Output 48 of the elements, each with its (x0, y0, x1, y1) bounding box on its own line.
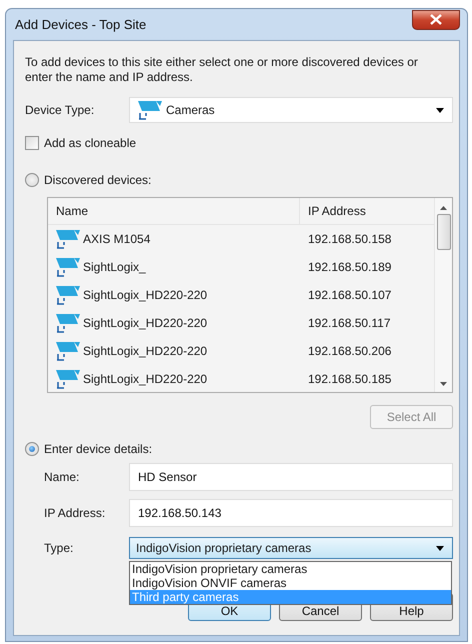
ip-address-field[interactable]: 192.168.50.143 (129, 499, 453, 527)
device-type-label: Device Type: (25, 103, 96, 117)
ip-address: 192.168.50.107 (307, 288, 392, 302)
device-name: SightLogix_HD220-220 (83, 288, 208, 302)
camera-icon (54, 368, 82, 390)
device-name: SightLogix_HD220-220 (83, 372, 208, 386)
device-name: SightLogix_HD220-220 (83, 316, 208, 330)
checkbox[interactable] (25, 136, 39, 150)
ip-address-label: IP Address: (44, 506, 106, 520)
camera-icon (54, 312, 82, 334)
name-label: Name: (44, 470, 80, 484)
camera-icon (54, 256, 82, 278)
name-field[interactable]: HD Sensor (129, 463, 453, 491)
device-name: AXIS M1054 (83, 232, 150, 246)
camera-icon (54, 228, 82, 250)
device-name: SightLogix_HD220-220 (83, 344, 208, 358)
camera-icon (136, 99, 164, 121)
close-button[interactable] (412, 10, 460, 30)
caret-icon (436, 546, 444, 550)
ip-address: 192.168.50.189 (307, 260, 392, 274)
radio-button[interactable] (25, 173, 39, 187)
instruction-text: To add devices to this site either select one or more discovered devices or enter the name and IP address. (25, 55, 419, 85)
ip-address: 192.168.50.206 (307, 344, 392, 358)
caret-icon (436, 108, 444, 112)
radio-label: Enter device details: (44, 442, 152, 456)
radio-label: Discovered devices: (44, 173, 152, 187)
type-label: Type: (44, 541, 74, 555)
scroll-up-icon[interactable] (440, 206, 447, 210)
scroll-down-icon[interactable] (440, 382, 447, 386)
device-name: SightLogix_ (83, 260, 146, 274)
close-icon (430, 14, 442, 25)
type-dropdown[interactable]: IndigoVision proprietary cameras (129, 537, 453, 559)
checkbox-label: Add as cloneable (44, 136, 136, 150)
column-header[interactable]: Name (48, 198, 299, 224)
scrollbar[interactable] (434, 198, 452, 392)
scroll-thumb[interactable] (436, 214, 450, 250)
camera-icon (54, 284, 82, 306)
device-type-dropdown[interactable]: Cameras (129, 97, 453, 123)
camera-icon (54, 340, 82, 362)
ip-address: 192.168.50.117 (307, 316, 392, 330)
dropdown-value: IndigoVision proprietary cameras (136, 541, 312, 555)
window-title: Add Devices - Top Site (15, 17, 146, 32)
dropdown-value: Cameras (166, 103, 216, 117)
dropdown-option[interactable]: IndigoVision proprietary cameras (130, 562, 451, 576)
radio-button[interactable] (25, 442, 39, 456)
ip-address: 192.168.50.185 (307, 372, 392, 386)
dropdown-option[interactable]: IndigoVision ONVIF cameras (130, 576, 451, 590)
ip-address: 192.168.50.158 (307, 232, 392, 246)
